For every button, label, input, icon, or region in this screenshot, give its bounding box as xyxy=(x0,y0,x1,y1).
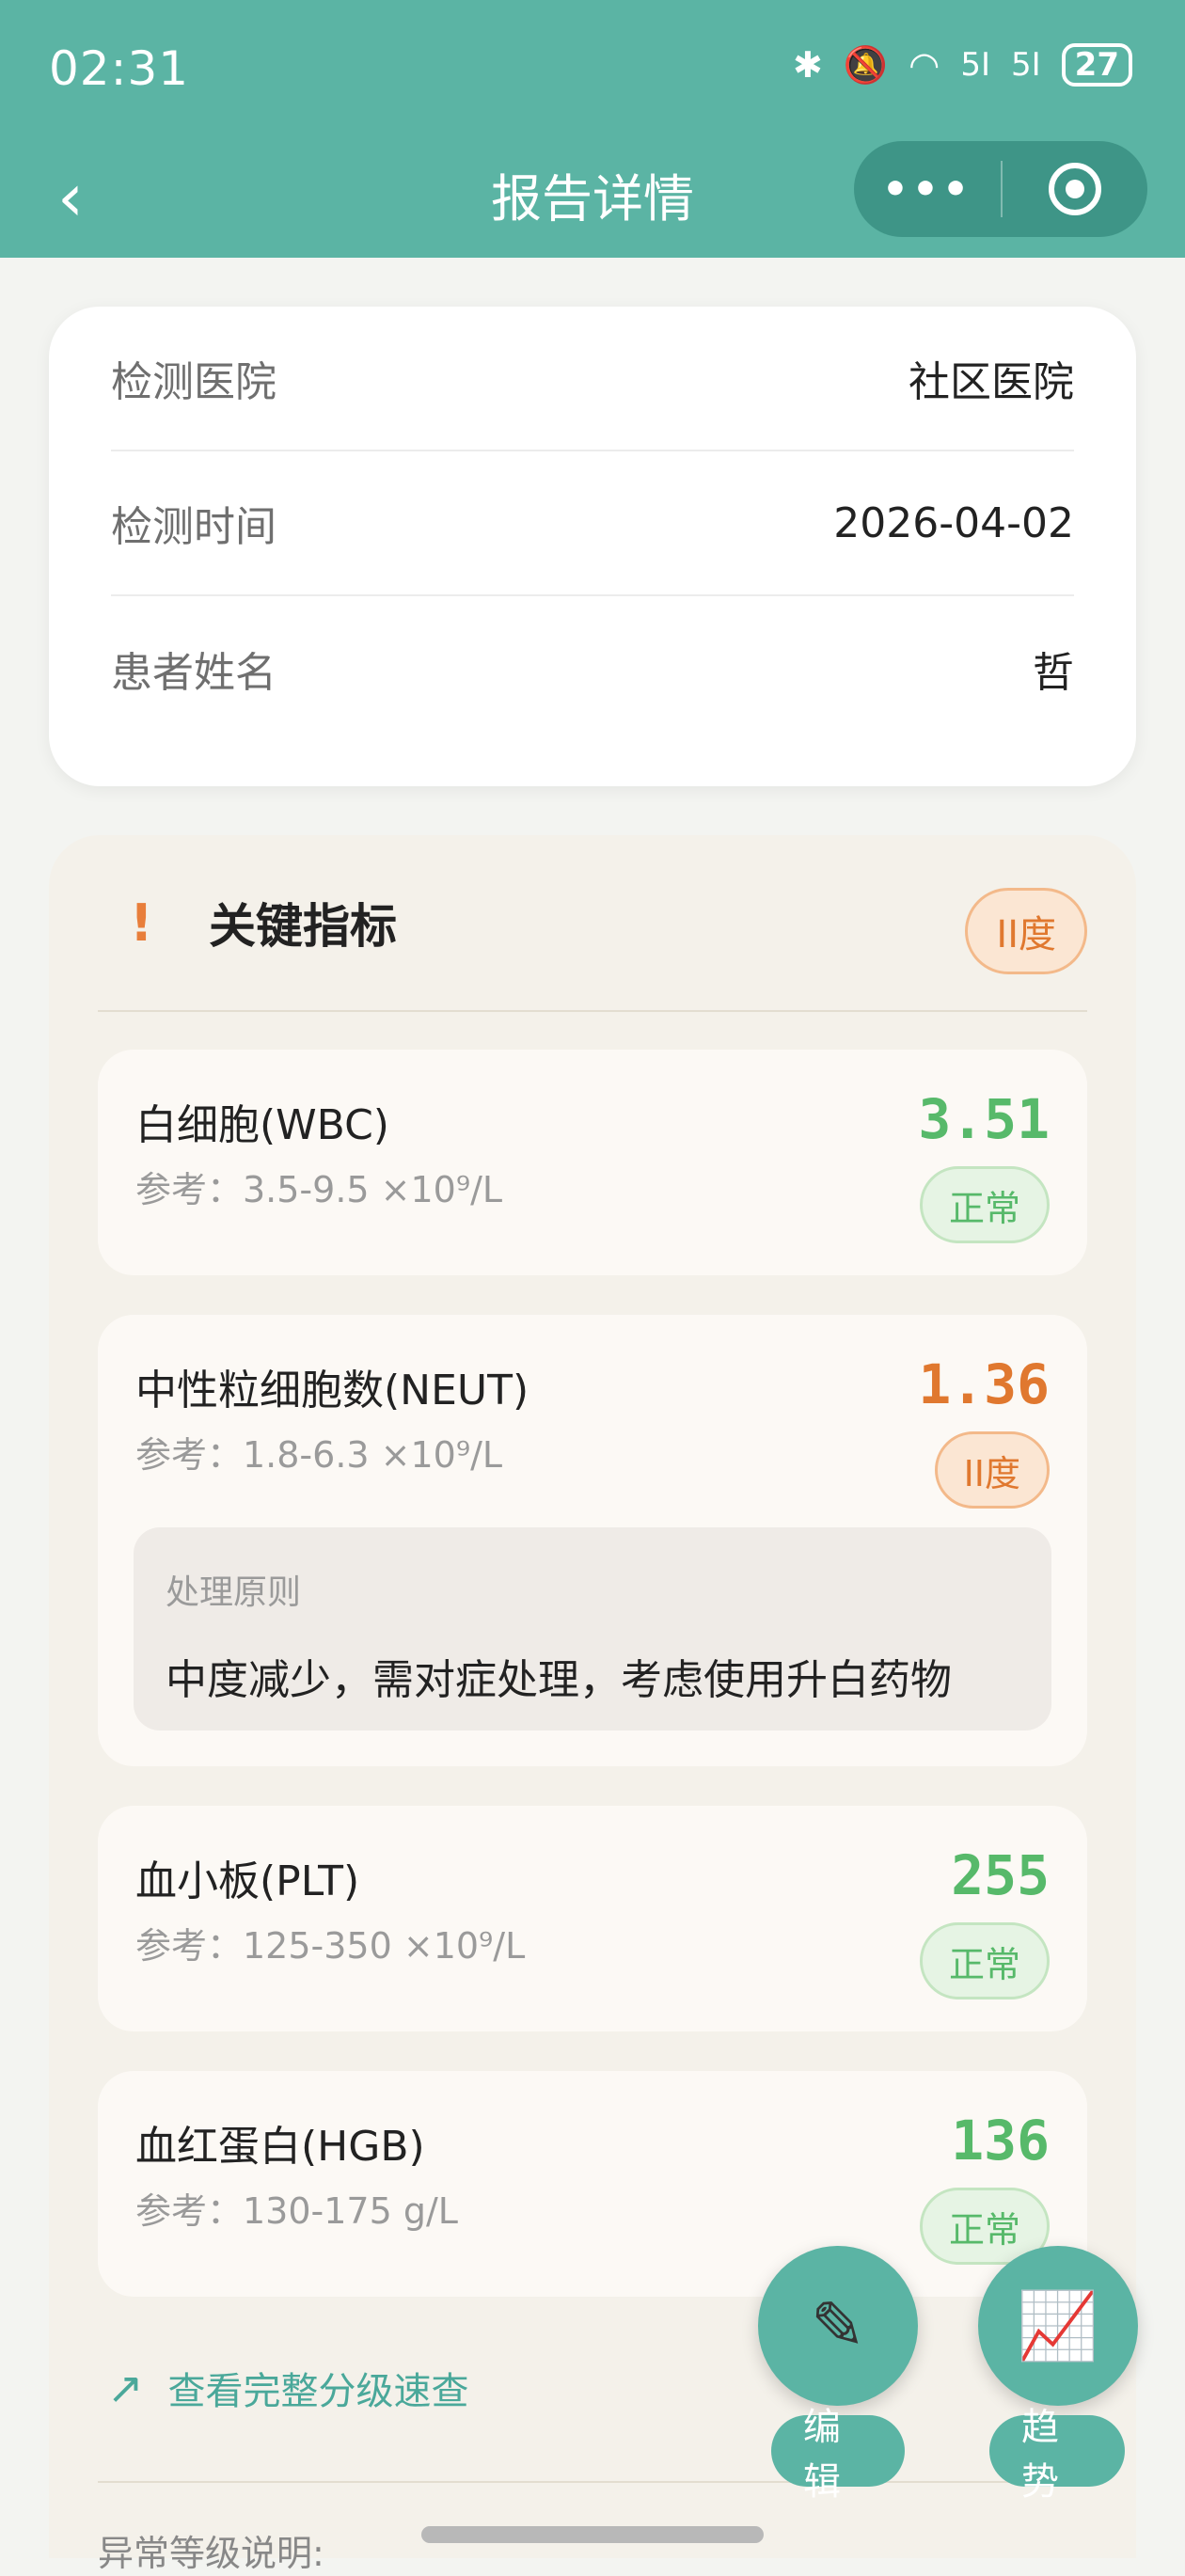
treatment-principle: 处理原则 中度减少，需对症处理，考虑使用升白药物 xyxy=(134,1527,1051,1731)
nav-bar: ‹ 报告详情 ••• xyxy=(0,141,1185,258)
indicator-reference: 参考：125-350 ×10⁹/L xyxy=(135,1925,526,1967)
pencil-icon: ✎ xyxy=(810,2287,866,2364)
link-text: 查看完整分级速查 xyxy=(167,2370,469,2413)
section-title: 关键指标 xyxy=(209,899,397,954)
target-icon xyxy=(1049,163,1101,215)
indicator-reference: 参考：130-175 g/L xyxy=(135,2190,458,2232)
mini-program-capsule: ••• xyxy=(854,141,1147,237)
signal-icon: 5Ⅰ xyxy=(1011,46,1041,84)
trend-label[interactable]: 趋势 xyxy=(989,2406,1125,2504)
divider xyxy=(98,2481,1087,2483)
more-icon[interactable]: ••• xyxy=(854,166,1001,213)
indicator-name: 白细胞(WBC) xyxy=(135,1101,389,1149)
chart-icon: 📈 xyxy=(1017,2286,1099,2364)
status-badge: 正常 xyxy=(919,1922,1050,1999)
indicator-value: 136 xyxy=(951,2109,1050,2173)
report-info-card: 检测医院 社区医院 检测时间 2026-04-02 患者姓名 哲 xyxy=(49,307,1136,786)
status-icons: ✱ 🔕 ◠ 5Ⅰ 5Ⅰ 27 xyxy=(793,43,1132,87)
trend-button[interactable]: 📈 xyxy=(978,2246,1138,2406)
battery-icon: 27 xyxy=(1061,43,1132,87)
indicator-value: 3.51 xyxy=(918,1087,1050,1151)
arrow-up-right-icon: ↗ xyxy=(107,2363,144,2413)
status-badge: II度 xyxy=(934,1431,1050,1509)
info-value: 哲 xyxy=(1033,649,1074,697)
info-row-time: 检测时间 2026-04-02 xyxy=(111,451,1074,596)
status-badge: 正常 xyxy=(919,1166,1050,1243)
info-value: 社区医院 xyxy=(908,358,1074,406)
home-indicator[interactable] xyxy=(421,2526,764,2543)
indicator-reference: 参考：1.8-6.3 ×10⁹/L xyxy=(135,1434,503,1476)
warning-icon: ! xyxy=(130,893,153,953)
indicator-card-neut[interactable]: 中性粒细胞数(NEUT) 参考：1.8-6.3 ×10⁹/L 1.36 II度 … xyxy=(98,1315,1087,1766)
info-row-hospital: 检测医院 社区医院 xyxy=(111,307,1074,451)
wifi-icon: ◠ xyxy=(908,44,940,86)
indicator-card-plt[interactable]: 血小板(PLT) 参考：125-350 ×10⁹/L 255 正常 xyxy=(98,1806,1087,2031)
indicator-reference: 参考：3.5-9.5 ×10⁹/L xyxy=(135,1169,503,1210)
edit-button[interactable]: ✎ xyxy=(758,2246,918,2406)
indicator-name: 血小板(PLT) xyxy=(135,1857,360,1905)
principle-label: 处理原则 xyxy=(166,1573,302,1612)
indicator-value: 1.36 xyxy=(918,1352,1050,1416)
signal-icon: 5Ⅰ xyxy=(960,46,990,84)
info-value: 2026-04-02 xyxy=(833,498,1074,547)
indicator-name: 血红蛋白(HGB) xyxy=(135,2123,425,2171)
indicator-card-hgb[interactable]: 血红蛋白(HGB) 参考：130-175 g/L 136 正常 xyxy=(98,2071,1087,2297)
info-label: 检测医院 xyxy=(111,358,276,406)
section-header: ! 关键指标 II度 xyxy=(98,835,1087,1012)
principle-text: 中度减少，需对症处理，考虑使用升白药物 xyxy=(166,1656,952,1704)
info-row-patient: 患者姓名 哲 xyxy=(111,596,1074,741)
abnormal-level-legend-title: 异常等级说明: xyxy=(98,2533,324,2574)
indicator-name: 中性粒细胞数(NEUT) xyxy=(135,1367,529,1414)
bluetooth-icon: ✱ xyxy=(792,44,823,86)
indicator-value: 255 xyxy=(951,1843,1050,1907)
grade-badge: II度 xyxy=(965,888,1087,974)
status-time: 02:31 xyxy=(49,41,190,96)
edit-label[interactable]: 编辑 xyxy=(771,2406,905,2504)
info-label: 检测时间 xyxy=(111,503,276,551)
full-grading-link[interactable]: ↗ 查看完整分级速查 xyxy=(107,2361,469,2415)
status-bar: 02:31 ✱ 🔕 ◠ 5Ⅰ 5Ⅰ 27 xyxy=(0,0,1185,141)
close-button[interactable] xyxy=(1003,163,1147,215)
info-label: 患者姓名 xyxy=(111,649,276,697)
mute-icon: 🔕 xyxy=(843,43,889,86)
indicator-card-wbc[interactable]: 白细胞(WBC) 参考：3.5-9.5 ×10⁹/L 3.51 正常 xyxy=(98,1050,1087,1275)
